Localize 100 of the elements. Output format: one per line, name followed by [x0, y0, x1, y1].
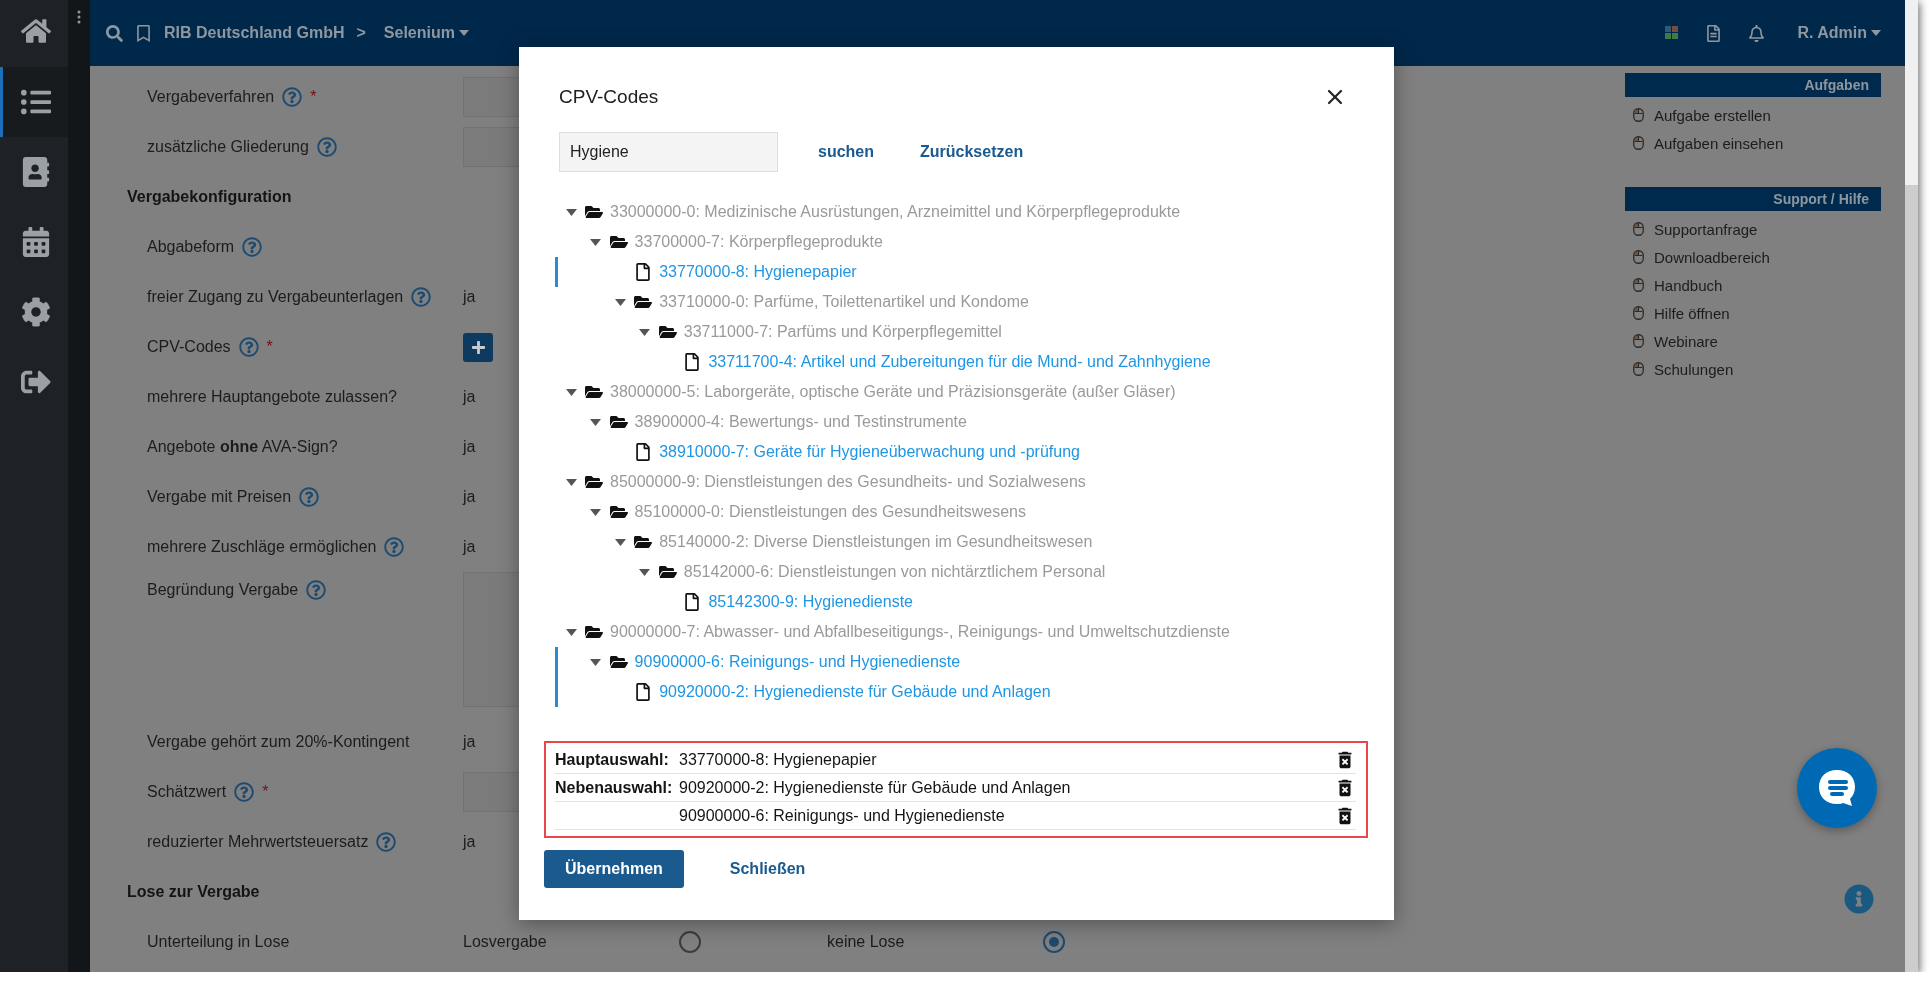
panel-link[interactable]: Hilfe öffnen	[1633, 299, 1881, 327]
panel-link[interactable]: Aufgabe erstellen	[1633, 101, 1881, 129]
add-button[interactable]	[463, 332, 493, 362]
caret-icon[interactable]	[565, 208, 577, 216]
bookmark-icon[interactable]	[135, 24, 152, 42]
field-label: reduzierter Mehrwertsteuersatz	[147, 833, 369, 851]
folder-icon	[585, 383, 603, 401]
tree-row[interactable]: 33700000-7: Körperpflegeprodukte	[555, 227, 1369, 257]
tree-row[interactable]: 85140000-2: Diverse Dienstleistungen im Gesundheitswesen	[555, 527, 1369, 557]
tree-label[interactable]: 33710000-0: Parfüme, Toilettenartikel und Kondome	[659, 293, 1029, 311]
folder-icon	[585, 623, 603, 641]
tree-label[interactable]: 90000000-7: Abwasser- und Abfallbeseitigungs-, Reinigungs- und Umweltschutzdienste	[610, 623, 1230, 641]
tree-label[interactable]: 33700000-7: Körperpflegeprodukte	[634, 233, 883, 251]
nav-item[interactable]	[0, 67, 68, 137]
caret-icon[interactable]	[565, 388, 577, 396]
caret-icon[interactable]	[639, 328, 651, 336]
field-value: ja	[463, 733, 476, 751]
contacts-icon	[20, 157, 51, 187]
folder-icon	[609, 503, 628, 521]
tree-row[interactable]: 33711700-4: Artikel und Zubereitungen für die Mund- und Zahnhygiene	[555, 347, 1369, 377]
tree-row[interactable]: 85142000-6: Dienstleistungen von nichtärztlichem Personal	[555, 557, 1369, 587]
tree-label[interactable]: 85100000-0: Dienstleistungen des Gesundheitswesens	[634, 503, 1026, 521]
tree-row[interactable]: 85142300-9: Hygienedienste	[555, 587, 1369, 617]
chat-button[interactable]	[1797, 748, 1877, 828]
document-icon[interactable]	[1705, 24, 1723, 42]
section-heading: Lose zur Vergabe	[127, 883, 260, 901]
tree-label[interactable]: 33770000-8: Hygienepapier	[659, 263, 857, 281]
caret-icon[interactable]	[614, 538, 626, 546]
breadcrumb-separator: >	[356, 24, 366, 42]
panel-link[interactable]: Handbuch	[1633, 271, 1881, 299]
tree-label[interactable]: 85142000-6: Dienstleistungen von nichtärztlichem Personal	[683, 563, 1106, 581]
tree-row[interactable]: 33711000-7: Parfüms und Körperpflegemittel	[555, 317, 1369, 347]
apply-button[interactable]: Übernehmen	[544, 850, 684, 888]
input-field[interactable]	[463, 127, 519, 167]
search-field[interactable]: Hygiene	[559, 132, 778, 172]
tree-row[interactable]: 38910000-7: Geräte für Hygieneüberwachung und -prüfung	[555, 437, 1369, 467]
search-link[interactable]: suchen	[812, 143, 880, 161]
mouse-icon	[1633, 250, 1644, 264]
tree-row[interactable]: 33710000-0: Parfüme, Toilettenartikel und Kondome	[555, 287, 1369, 317]
tree-label[interactable]: 38000000-5: Laborgeräte, optische Geräte und Präzisionsgeräte (außer Gläser)	[610, 383, 1176, 401]
tree-label[interactable]: 33000000-0: Medizinische Ausrüstungen, Arzneimittel und Körperpflegeprodukte	[610, 203, 1181, 221]
field-label: Begründung Vergabe	[147, 581, 299, 599]
bell-icon[interactable]	[1748, 24, 1766, 42]
project-dropdown[interactable]: Selenium	[377, 23, 475, 43]
tree-row[interactable]: 90900000-6: Reinigungs- und Hygienedienste	[555, 647, 1369, 677]
panel-link[interactable]: Aufgaben einsehen	[1633, 129, 1881, 157]
scrollbar[interactable]	[1905, 0, 1918, 972]
radio-button[interactable]	[1043, 931, 1065, 953]
user-menu[interactable]: R. Admin	[1791, 23, 1887, 43]
file-icon	[634, 683, 653, 701]
caret-icon[interactable]	[565, 478, 577, 486]
close-link[interactable]: Schließen	[723, 860, 812, 878]
tree-label[interactable]: 38900000-4: Bewertungs- und Testinstrumente	[634, 413, 967, 431]
file-icon	[683, 353, 702, 371]
panel-link[interactable]: Webinare	[1633, 327, 1881, 355]
caret-icon[interactable]	[590, 658, 602, 666]
panel-link[interactable]: Schulungen	[1633, 355, 1881, 383]
caret-icon[interactable]	[590, 418, 602, 426]
tree-row[interactable]: 85000000-9: Dienstleistungen des Gesundheits- und Sozialwesens	[555, 467, 1369, 497]
tree-row[interactable]: 85100000-0: Dienstleistungen des Gesundheitswesens	[555, 497, 1369, 527]
caret-icon[interactable]	[590, 508, 602, 516]
kebab-icon[interactable]	[77, 10, 81, 24]
tree-row[interactable]: 90920000-2: Hygienedienste für Gebäude und Anlagen	[555, 677, 1369, 707]
field-label: Vergabeverfahren	[147, 88, 275, 106]
blocks-icon[interactable]	[1665, 26, 1680, 40]
tree-label[interactable]: 90920000-2: Hygienedienste für Gebäude und Anlagen	[659, 683, 1051, 701]
list-icon	[20, 87, 51, 117]
tree-row[interactable]: 90000000-7: Abwasser- und Abfallbeseitigungs-, Reinigungs- und Umweltschutzdienste	[555, 617, 1369, 647]
tree-label[interactable]: 38910000-7: Geräte für Hygieneüberwachung und -prüfung	[659, 443, 1080, 461]
mouse-icon	[1633, 136, 1644, 150]
tree-label[interactable]: 85142300-9: Hygienedienste	[708, 593, 913, 611]
tree-row[interactable]: 38900000-4: Bewertungs- und Testinstrumente	[555, 407, 1369, 437]
panel-link[interactable]: Downloadbereich	[1633, 243, 1881, 271]
radio-button[interactable]	[679, 931, 701, 953]
tree-label[interactable]: 85140000-2: Diverse Dienstleistungen im Gesundheitswesen	[659, 533, 1093, 551]
mouse-icon	[1633, 334, 1644, 348]
caret-icon[interactable]	[590, 238, 602, 246]
field-label: mehrere Zuschläge ermöglichen	[147, 538, 377, 556]
caret-icon	[1871, 30, 1881, 36]
input-field[interactable]	[463, 77, 519, 117]
caret-icon[interactable]	[614, 298, 626, 306]
search-icon[interactable]	[106, 24, 123, 42]
tree-label[interactable]: 85000000-9: Dienstleistungen des Gesundheits- und Sozialwesens	[610, 473, 1086, 491]
tree-label[interactable]: 90900000-6: Reinigungs- und Hygienedienste	[634, 653, 961, 671]
caret-icon[interactable]	[639, 568, 651, 576]
selection-label: Nebenauswahl:	[555, 778, 674, 797]
tree-label[interactable]: 33711700-4: Artikel und Zubereitungen für die Mund- und Zahnhygiene	[708, 353, 1211, 371]
tree-row[interactable]: 38000000-5: Laborgeräte, optische Geräte und Präzisionsgeräte (außer Gläser)	[555, 377, 1369, 407]
mouse-icon	[1633, 108, 1644, 122]
panel-link[interactable]: Supportanfrage	[1633, 215, 1881, 243]
home-icon	[20, 16, 51, 46]
tree-row[interactable]: 33770000-8: Hygienepapier	[555, 257, 1369, 287]
company-name[interactable]: RIB Deutschland GmbH	[164, 24, 345, 42]
folder-icon	[634, 293, 653, 311]
caret-icon[interactable]	[565, 628, 577, 636]
reset-link[interactable]: Zurücksetzen	[914, 143, 1030, 161]
tree-row[interactable]: 33000000-0: Medizinische Ausrüstungen, Arzneimittel und Körperpflegeprodukte	[555, 197, 1369, 227]
folder-icon	[585, 203, 603, 221]
tree-label[interactable]: 33711000-7: Parfüms und Körperpflegemittel	[683, 323, 1002, 341]
input-field[interactable]	[463, 772, 519, 812]
